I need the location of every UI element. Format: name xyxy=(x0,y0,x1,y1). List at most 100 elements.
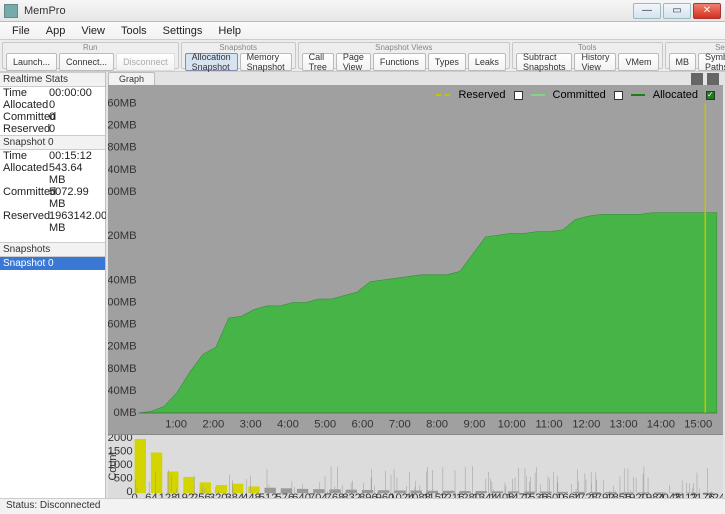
svg-text:6:00: 6:00 xyxy=(352,418,374,430)
legend-allocated-text: Allocated xyxy=(653,89,698,101)
tab-export-icon[interactable] xyxy=(691,73,703,85)
legend-reserved-text: Reserved xyxy=(458,89,505,101)
svg-text:1920MB: 1920MB xyxy=(108,341,137,353)
svg-text:2240: 2240 xyxy=(706,492,723,498)
legend-reserved-check[interactable] xyxy=(514,91,523,100)
svg-text:2:00: 2:00 xyxy=(202,418,224,430)
connect-button[interactable]: Connect... xyxy=(59,53,114,71)
s0-commit-k: Committed xyxy=(3,186,49,210)
s0-resv-v: 1963142.00 MB xyxy=(49,210,107,234)
svg-text:14:00: 14:00 xyxy=(647,418,675,430)
rt-time: Time00:00:00 xyxy=(0,87,105,99)
symbol-paths-button[interactable]: Symbol Paths xyxy=(698,53,725,71)
s0-time-v: 00:15:12 xyxy=(49,150,92,162)
titlebar: MemPro — ▭ ✕ xyxy=(0,0,725,22)
svg-text:3:00: 3:00 xyxy=(240,418,262,430)
tab-row: Graph xyxy=(106,72,725,85)
s0-resv-k: Reserved xyxy=(3,210,49,234)
svg-text:11:00: 11:00 xyxy=(535,418,562,430)
svg-text:640MB: 640MB xyxy=(108,385,137,397)
toolbar-row: Run Launch... Connect... Disconnect Snap… xyxy=(0,40,725,72)
svg-text:13:00: 13:00 xyxy=(610,418,638,430)
svg-text:15:00: 15:00 xyxy=(684,418,712,430)
pageview-button[interactable]: Page View xyxy=(336,53,371,71)
main: Realtime Stats Time00:00:00 Allocated0 C… xyxy=(0,72,725,498)
svg-text:2560MB: 2560MB xyxy=(108,319,137,331)
rt-alloc-k: Allocated xyxy=(3,99,49,111)
tab-expand-icon[interactable] xyxy=(707,73,719,85)
rt-alloc-v: 0 xyxy=(49,99,55,111)
menu-settings[interactable]: Settings xyxy=(155,23,211,39)
legend-reserved-line xyxy=(436,94,450,96)
right-panel: Graph Reserved Committed Allocated xyxy=(106,72,725,498)
leaks-button[interactable]: Leaks xyxy=(468,53,506,71)
menu-view[interactable]: View xyxy=(73,23,113,39)
svg-text:8:00: 8:00 xyxy=(426,418,448,430)
svg-text:7040MB: 7040MB xyxy=(108,164,137,176)
svg-text:64: 64 xyxy=(145,492,158,498)
menu-app[interactable]: App xyxy=(38,23,74,39)
types-button[interactable]: Types xyxy=(428,53,466,71)
disconnect-button[interactable]: Disconnect xyxy=(116,53,175,71)
legend-allocated-line xyxy=(631,94,645,96)
svg-text:0: 0 xyxy=(132,492,138,498)
s0-resv: Reserved1963142.00 MB xyxy=(0,210,105,234)
rt-resv-k: Reserved xyxy=(3,123,49,135)
vmem-button[interactable]: VMem xyxy=(618,53,658,71)
svg-text:0MB: 0MB xyxy=(114,407,137,419)
rt-commit: Committed0 xyxy=(0,111,105,123)
minimize-button[interactable]: — xyxy=(633,3,661,19)
history-view-button[interactable]: History View xyxy=(574,53,616,71)
s0-time-k: Time xyxy=(3,150,49,162)
lower-chart[interactable]: 0500100015002000Count0641281922563203844… xyxy=(108,434,723,499)
rt-time-v: 00:00:00 xyxy=(49,87,92,99)
subtract-snapshots-button[interactable]: Subtract Snapshots xyxy=(516,53,573,71)
menu-file[interactable]: File xyxy=(4,23,38,39)
window-title: MemPro xyxy=(24,5,631,17)
rt-commit-v: 0 xyxy=(49,111,55,123)
memory-snapshot-button[interactable]: Memory Snapshot xyxy=(240,53,292,71)
toolbar-run: Run Launch... Connect... Disconnect xyxy=(2,42,179,69)
functions-button[interactable]: Functions xyxy=(373,53,426,71)
legend-committed-check[interactable] xyxy=(614,91,623,100)
launch-button[interactable]: Launch... xyxy=(6,53,57,71)
toolbar-tools: Tools Subtract Snapshots History View VM… xyxy=(512,42,663,69)
svg-text:3200MB: 3200MB xyxy=(108,297,137,309)
snapshots-panel-label: Snapshots xyxy=(0,242,105,257)
s0-commit: Committed5072.99 MB xyxy=(0,186,105,210)
mb-button[interactable]: MB xyxy=(669,53,697,71)
svg-text:7:00: 7:00 xyxy=(389,418,411,430)
legend-committed-line xyxy=(531,94,545,96)
toolbar-snapshots-label: Snapshots xyxy=(185,44,292,52)
legend-allocated-check[interactable] xyxy=(706,91,715,100)
toolbar-tools-label: Tools xyxy=(516,44,659,52)
left-panel: Realtime Stats Time00:00:00 Allocated0 C… xyxy=(0,72,106,498)
allocation-snapshot-button[interactable]: Allocation Snapshot xyxy=(185,53,238,71)
svg-text:3840MB: 3840MB xyxy=(108,274,137,286)
s0-alloc: Allocated543.64 MB xyxy=(0,162,105,186)
s0-alloc-v: 543.64 MB xyxy=(49,162,102,186)
tab-graph[interactable]: Graph xyxy=(108,72,155,85)
rt-resv-v: 0 xyxy=(49,123,55,135)
svg-text:8320MB: 8320MB xyxy=(108,120,137,132)
rt-alloc: Allocated0 xyxy=(0,99,105,111)
close-button[interactable]: ✕ xyxy=(693,3,721,19)
menu-help[interactable]: Help xyxy=(210,23,249,39)
legend-committed-text: Committed xyxy=(553,89,606,101)
menu-tools[interactable]: Tools xyxy=(113,23,155,39)
toolbar-settings-label: Settings xyxy=(669,44,725,52)
snapshot-item-0[interactable]: Snapshot 0 xyxy=(0,257,105,270)
rt-commit-k: Committed xyxy=(3,111,49,123)
toolbar-snapshots: Snapshots Allocation Snapshot Memory Sna… xyxy=(181,42,296,69)
rt-resv: Reserved0 xyxy=(0,123,105,135)
menubar: File App View Tools Settings Help xyxy=(0,22,725,40)
main-chart[interactable]: Reserved Committed Allocated 0MB640MB128… xyxy=(108,85,723,434)
calltree-button[interactable]: Call Tree xyxy=(302,53,334,71)
svg-text:5:00: 5:00 xyxy=(314,418,336,430)
snapshots-list: Snapshot 0 xyxy=(0,257,105,498)
svg-text:9:00: 9:00 xyxy=(463,418,485,430)
maximize-button[interactable]: ▭ xyxy=(663,3,691,19)
s0-time: Time00:15:12 xyxy=(0,150,105,162)
chart-legend: Reserved Committed Allocated xyxy=(436,89,715,101)
svg-text:2000: 2000 xyxy=(108,435,133,444)
